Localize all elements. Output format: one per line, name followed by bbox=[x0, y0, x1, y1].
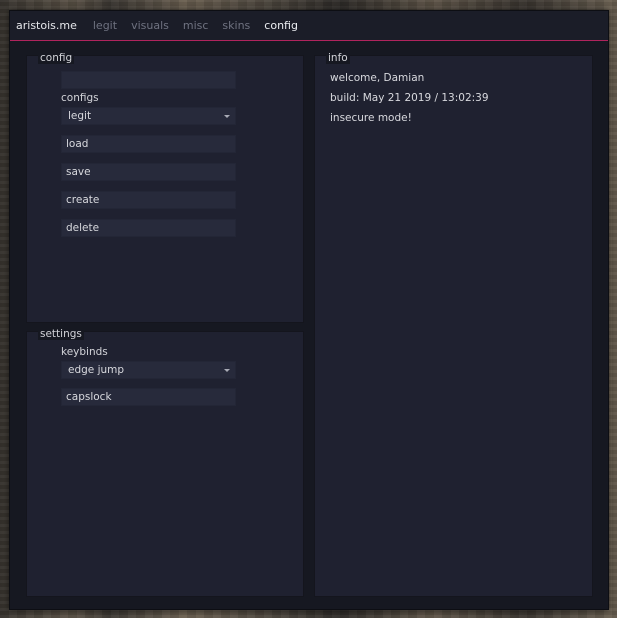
tab-config[interactable]: config bbox=[264, 19, 298, 32]
info-panel-title: info bbox=[326, 52, 350, 64]
keybind-key-value: capslock bbox=[66, 391, 112, 403]
create-button[interactable]: create bbox=[61, 191, 236, 209]
keybinds-select-value: edge jump bbox=[68, 364, 125, 376]
config-panel: config configs legit load save create de… bbox=[26, 52, 304, 323]
mode-text: insecure mode! bbox=[330, 112, 412, 124]
menu-bar: aristois.me legit visuals misc skins con… bbox=[10, 11, 608, 41]
load-button-label: load bbox=[66, 138, 89, 150]
tab-misc[interactable]: misc bbox=[183, 19, 209, 32]
save-button[interactable]: save bbox=[61, 163, 236, 181]
config-name-input[interactable] bbox=[61, 71, 236, 89]
config-panel-title: config bbox=[38, 52, 75, 64]
cheat-menu-window: aristois.me legit visuals misc skins con… bbox=[9, 10, 609, 610]
tab-skins[interactable]: skins bbox=[222, 19, 250, 32]
configs-select-value: legit bbox=[68, 110, 92, 122]
welcome-text: welcome, Damian bbox=[330, 72, 425, 84]
chevron-down-icon bbox=[224, 115, 230, 118]
info-panel: info welcome, Damian build: May 21 2019 … bbox=[314, 52, 593, 597]
load-button[interactable]: load bbox=[61, 135, 236, 153]
build-text: build: May 21 2019 / 13:02:39 bbox=[330, 92, 489, 104]
brand-title: aristois.me bbox=[16, 19, 77, 32]
settings-panel-title: settings bbox=[38, 328, 84, 340]
chevron-down-icon bbox=[224, 369, 230, 372]
keybind-key-field[interactable]: capslock bbox=[61, 388, 236, 406]
tab-legit[interactable]: legit bbox=[93, 19, 117, 32]
configs-label: configs bbox=[61, 92, 99, 104]
keybinds-select[interactable]: edge jump bbox=[61, 361, 236, 379]
save-button-label: save bbox=[66, 166, 91, 178]
settings-panel: settings keybinds edge jump capslock bbox=[26, 328, 304, 597]
keybinds-label: keybinds bbox=[61, 346, 108, 358]
create-button-label: create bbox=[66, 194, 100, 206]
configs-select[interactable]: legit bbox=[61, 107, 236, 125]
delete-button[interactable]: delete bbox=[61, 219, 236, 237]
delete-button-label: delete bbox=[66, 222, 100, 234]
tab-visuals[interactable]: visuals bbox=[131, 19, 169, 32]
